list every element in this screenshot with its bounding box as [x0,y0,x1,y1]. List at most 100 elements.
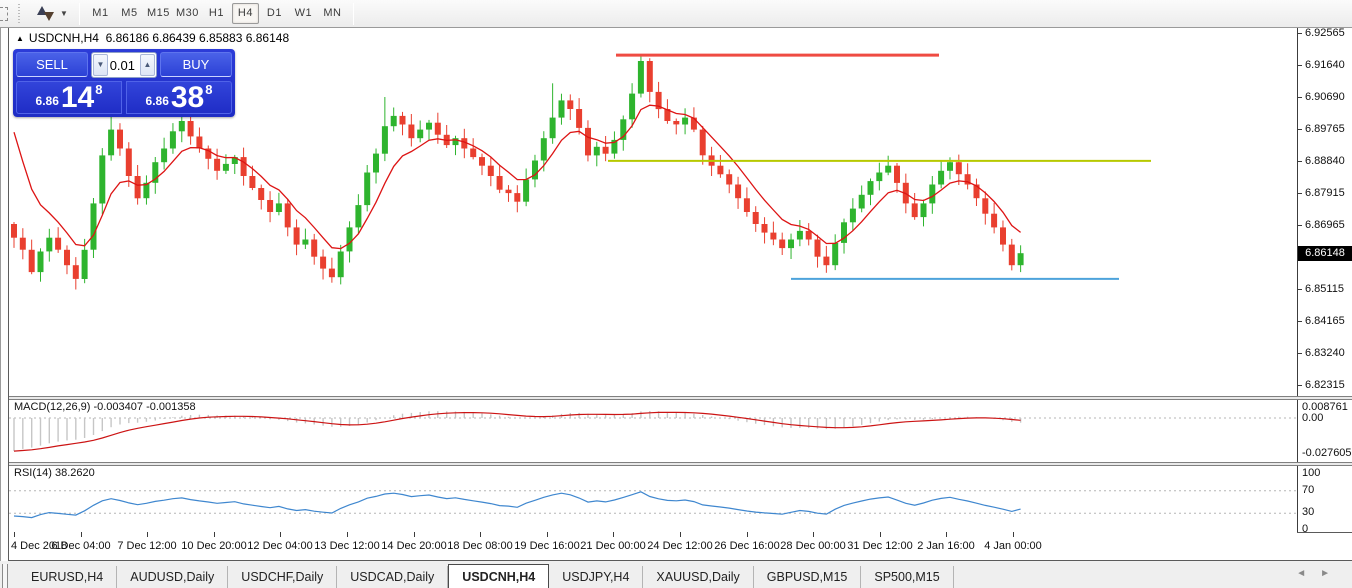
timeframe-button-D1[interactable]: D1 [261,3,288,24]
time-axis-label: 18 Dec 08:00 [447,540,512,552]
time-axis-tick [480,532,481,537]
dropdown-caret-icon[interactable]: ▼ [60,9,68,18]
collapse-arrow-icon[interactable]: ▲ [16,34,24,43]
chart-tab-EURUSD-H4[interactable]: EURUSD,H4 [18,566,117,588]
pane-splitter[interactable] [9,396,1352,400]
toolbar-separator [353,3,354,25]
current-price-tag: 6.86148 [1298,246,1352,261]
chart-tab-USDJPY-H4[interactable]: USDJPY,H4 [549,566,643,588]
volume-input[interactable] [109,53,139,77]
rsi-axis-label: 30 [1302,506,1314,518]
price-axis-label: 6.90690 [1298,90,1352,104]
ma-line [14,105,1021,248]
tab-scroll-left-icon[interactable]: ◄ [1296,568,1320,579]
price-axis-label: 6.87915 [1298,186,1352,200]
time-axis-tick [1013,532,1014,537]
price-axis-label: 6.89765 [1298,122,1352,136]
time-axis-label: 2 Jan 16:00 [917,540,975,552]
sell-button[interactable]: SELL [16,52,88,77]
chart-tabstrip: EURUSD,H4AUDUSD,DailyUSDCHF,DailyUSDCAD,… [0,562,1352,588]
macd-axis-label: 0.00 [1302,412,1323,424]
chart-tab-AUDUSD-Daily[interactable]: AUDUSD,Daily [117,566,228,588]
chart-title: ▲ USDCNH,H4 6.86186 6.86439 6.85883 6.861… [16,31,289,45]
time-axis-tick [680,532,681,537]
rsi-axis-label: 0 [1302,523,1308,535]
chart-tab-SP500-M15[interactable]: SP500,M15 [861,566,953,588]
macd-label: MACD(12,26,9) -0.003407 -0.001358 [14,401,196,413]
time-axis-tick [14,532,15,537]
time-axis-label: 28 Dec 00:00 [780,540,845,552]
time-axis-label: 6 Dec 04:00 [51,540,110,552]
rsi-line [14,492,1021,518]
down-arrow-icon [44,12,54,21]
price-axis-label: 6.86965 [1298,218,1352,232]
time-axis-tick [813,532,814,537]
chart-tab-XAUUSD-Daily[interactable]: XAUUSD,Daily [643,566,753,588]
time-axis-label: 4 Jan 00:00 [984,540,1042,552]
price-axis-label: 6.85115 [1298,282,1352,296]
time-axis-label: 12 Dec 04:00 [247,540,312,552]
volume-increase-button[interactable]: ▲ [140,54,155,76]
time-axis-tick [747,532,748,537]
timeframe-button-W1[interactable]: W1 [290,3,317,24]
pane-splitter[interactable] [9,462,1352,466]
one-click-trading-panel: SELL ▼ ▲ BUY 6.86 14 8 6.86 38 8 [13,49,235,117]
time-axis-label: 31 Dec 12:00 [847,540,912,552]
buy-price-prefix: 6.86 [146,94,169,108]
time-axis-label: 13 Dec 12:00 [314,540,379,552]
chart-tab-USDCHF-Daily[interactable]: USDCHF,Daily [228,566,337,588]
new-order-arrows-icon[interactable]: ▼ [32,3,73,24]
clipped-toolbar-icon[interactable] [0,7,8,21]
time-axis-tick [347,532,348,537]
price-axis-label: 6.91640 [1298,58,1352,72]
buy-price-point: 8 [205,82,212,97]
buy-button[interactable]: BUY [160,52,232,77]
timeframe-button-H1[interactable]: H1 [203,3,230,24]
macd-axis-label: -0.027605 [1302,447,1352,459]
time-axis-tick [613,532,614,537]
buy-price-pips: 38 [171,85,204,111]
time-axis-tick [147,532,148,537]
timeframe-button-M1[interactable]: M1 [87,3,114,24]
time-axis[interactable]: 4 Dec 20186 Dec 04:007 Dec 12:0010 Dec 2… [9,532,1297,560]
chart-tab-USDCNH-H4[interactable]: USDCNH,H4 [448,564,549,588]
rsi-axis-label: 70 [1302,484,1314,496]
time-axis-label: 19 Dec 16:00 [514,540,579,552]
volume-stepper: ▼ ▲ [91,52,157,78]
sell-price[interactable]: 6.86 14 8 [16,81,122,114]
toolbar-separator [79,3,80,25]
chart-window: ▲ USDCNH,H4 6.86186 6.86439 6.85883 6.861… [8,28,1352,561]
time-axis-label: 10 Dec 20:00 [181,540,246,552]
price-axis-label: 6.92565 [1298,26,1352,40]
price-axis-label: 6.88840 [1298,154,1352,168]
toolbar-gripper [18,4,20,24]
time-axis-label: 7 Dec 12:00 [117,540,176,552]
timeframe-button-M30[interactable]: M30 [174,3,201,24]
time-axis-label: 21 Dec 00:00 [580,540,645,552]
buy-price[interactable]: 6.86 38 8 [126,81,232,114]
time-axis-label: 24 Dec 12:00 [647,540,712,552]
chart-left-margin [0,28,8,561]
price-axis-label: 6.84165 [1298,314,1352,328]
volume-decrease-button[interactable]: ▼ [93,54,108,76]
timeframe-button-M15[interactable]: M15 [145,3,172,24]
time-axis-tick [880,532,881,537]
rsi-svg [9,466,1297,532]
timeframe-button-MN[interactable]: MN [319,3,346,24]
price-axis-label: 6.82315 [1298,378,1352,392]
chart-tab-GBPUSD-M15[interactable]: GBPUSD,M15 [754,566,862,588]
time-axis-tick [414,532,415,537]
time-axis-tick [280,532,281,537]
timeframe-button-H4[interactable]: H4 [232,3,259,24]
timeframe-button-M5[interactable]: M5 [116,3,143,24]
time-axis-label: 14 Dec 20:00 [381,540,446,552]
tab-scroll-right-icon[interactable]: ► [1320,568,1344,579]
chart-symbol-period: USDCNH,H4 [29,31,99,45]
rsi-label: RSI(14) 38.2620 [14,467,95,479]
toolbar: ▼ M1M5M15M30H1H4D1W1MN [0,0,1352,28]
tab-scroll-arrows: ◄► [1296,568,1344,579]
time-axis-tick [214,532,215,537]
time-axis-tick [547,532,548,537]
chart-tab-USDCAD-Daily[interactable]: USDCAD,Daily [337,566,448,588]
chart-ohlc-values: 6.86186 6.86439 6.85883 6.86148 [106,31,290,45]
